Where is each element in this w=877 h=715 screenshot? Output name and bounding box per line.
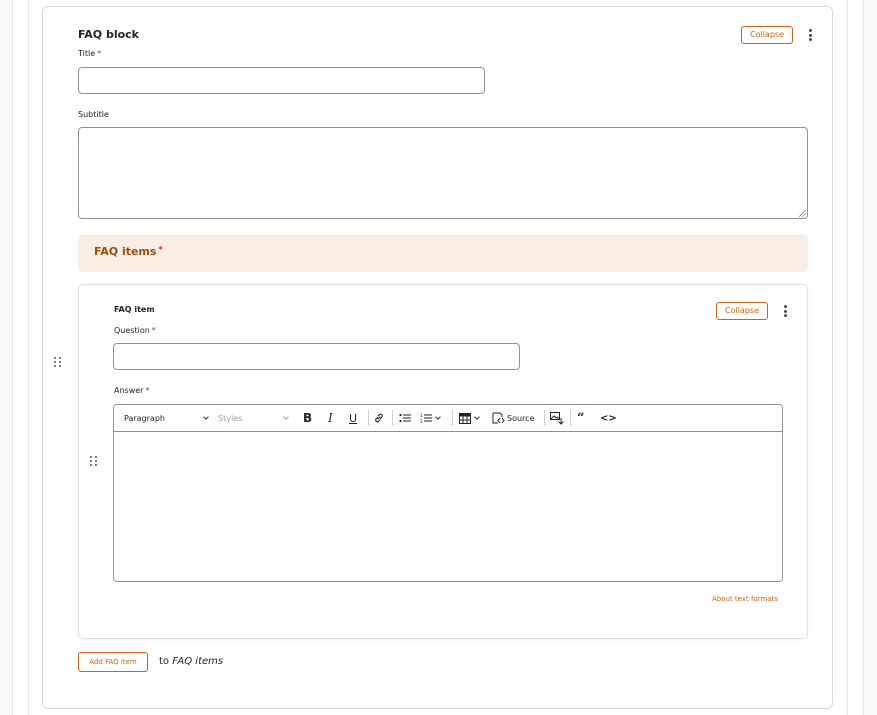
italic-icon[interactable]: I <box>328 405 333 431</box>
numbered-list-dropdown[interactable]: 12 <box>420 405 441 431</box>
chevron-down-icon <box>283 413 289 420</box>
underline-icon[interactable]: U <box>349 405 357 431</box>
subtitle-field-label: Subtitle <box>78 110 109 119</box>
chevron-down-icon <box>203 413 209 420</box>
svg-text:1: 1 <box>420 413 423 418</box>
faq-item-title: FAQ item <box>114 305 155 314</box>
add-faq-item-button[interactable]: Add FAQ item <box>78 652 148 672</box>
editor-toolbar: Paragraph Styles B I U 12 Source “ <> <box>114 405 782 432</box>
title-field-label: Title * <box>78 49 102 58</box>
answer-rich-text-editor: Paragraph Styles B I U 12 Source “ <> <box>113 404 783 582</box>
source-button[interactable]: Source <box>492 405 534 431</box>
paragraph-dropdown[interactable]: Paragraph <box>124 405 209 431</box>
insert-image-icon[interactable] <box>550 405 564 431</box>
block-more-actions-icon[interactable] <box>805 28 815 42</box>
faq-block-title: FAQ block <box>78 28 139 41</box>
item-drag-handle-icon[interactable] <box>90 456 98 467</box>
toolbar-separator <box>392 410 393 426</box>
table-icon <box>459 412 471 424</box>
toolbar-separator <box>452 410 453 426</box>
chevron-down-icon <box>435 413 441 420</box>
toolbar-separator <box>368 410 369 426</box>
answer-field-label: Answer * <box>114 386 150 395</box>
paragraph-dropdown-label: Paragraph <box>124 413 165 423</box>
styles-dropdown[interactable]: Styles <box>218 405 289 431</box>
resize-grip-icon[interactable] <box>799 210 806 217</box>
question-input[interactable] <box>113 343 520 370</box>
source-button-label: Source <box>507 413 535 423</box>
question-field-label: Question * <box>114 326 156 335</box>
item-collapse-button[interactable]: Collapse <box>716 302 768 320</box>
toolbar-separator <box>544 410 545 426</box>
about-text-formats-link[interactable]: About text formats <box>712 595 778 603</box>
bold-icon[interactable]: B <box>303 405 312 431</box>
item-more-actions-icon[interactable] <box>780 304 790 318</box>
blockquote-icon[interactable]: “ <box>577 405 584 431</box>
toolbar-separator <box>570 410 571 426</box>
bulleted-list-icon[interactable] <box>399 405 412 431</box>
svg-text:2: 2 <box>420 419 423 424</box>
chevron-down-icon <box>474 413 480 420</box>
numbered-list-icon: 12 <box>420 413 432 424</box>
block-drag-handle-icon[interactable] <box>54 357 62 368</box>
title-input[interactable] <box>78 67 485 94</box>
add-target-text: to FAQ items <box>159 656 224 667</box>
source-icon <box>492 412 505 424</box>
subtitle-textarea[interactable] <box>78 127 808 219</box>
code-icon[interactable]: <> <box>600 405 617 431</box>
link-icon[interactable] <box>373 405 385 431</box>
faq-items-header: FAQ items * <box>78 235 808 272</box>
block-collapse-button[interactable]: Collapse <box>741 26 793 44</box>
faq-items-title: FAQ items * <box>94 245 163 258</box>
table-dropdown[interactable] <box>459 405 480 431</box>
styles-dropdown-label: Styles <box>218 413 243 423</box>
